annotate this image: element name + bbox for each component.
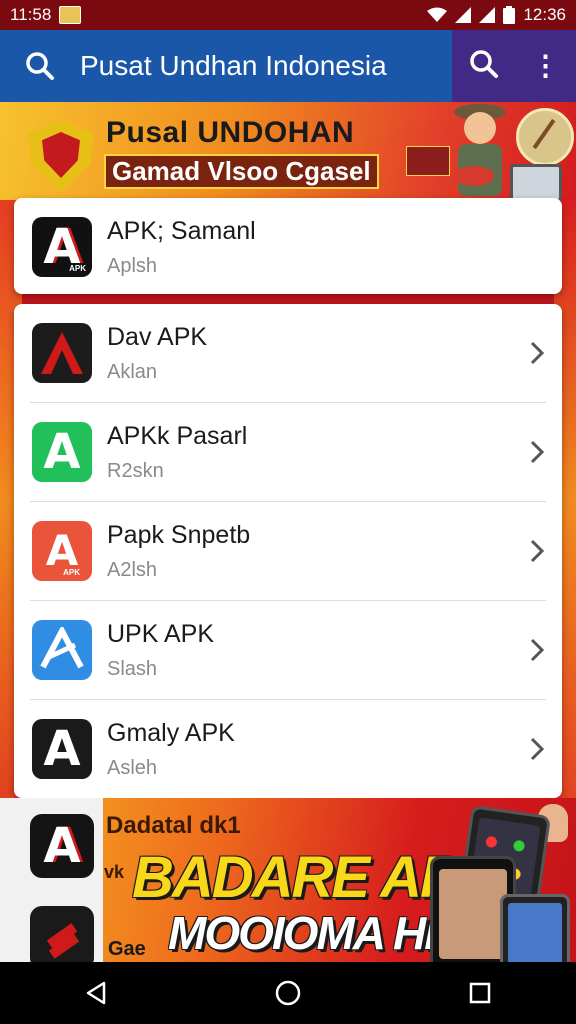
app-name: APKk Pasarl [107,421,248,450]
app-subtitle: A2lsh [107,558,158,581]
chevron-right-icon[interactable] [512,340,562,366]
status-time-right: 12:36 [523,5,566,24]
wifi-icon [427,7,448,22]
app-name: Papk Snpetb [107,520,251,549]
search-action-button[interactable] [469,49,499,84]
featured-app-card[interactable]: A APK APK; Samanl Aplsh [14,198,562,294]
app-subtitle: Aplsh [107,254,158,277]
home-icon [275,980,301,1006]
app-logo-icon[interactable]: A [30,814,94,878]
phone-illustration [500,894,570,962]
app-title: Pusat Undhan Indonesia [80,50,387,81]
app-name: Gmaly APK [107,718,235,747]
list-item[interactable]: A APK APK; Samanl Aplsh [14,198,562,296]
app-subtitle: Aklan [107,360,158,383]
search-icon [469,49,498,78]
back-button[interactable] [66,968,126,1018]
banner-title: Pusal UNDOHAN [106,116,355,149]
app-logo-icon [32,620,92,680]
list-item[interactable]: UPK APK Slash [14,601,562,699]
chevron-right-icon[interactable] [512,736,562,762]
status-time-left: 11:58 [10,5,52,24]
list-item[interactable]: Dav APK Aklan [14,304,562,402]
list-item[interactable]: A APK Papk Snpetb A2lsh [14,502,562,600]
home-button[interactable] [258,968,318,1018]
recents-button[interactable] [450,968,510,1018]
compass-icon [516,108,574,166]
banner-subtitle: Gamad Vlsoo Cgasel [104,154,379,189]
app-logo-icon: A [32,422,92,482]
app-logo-icon: A APK [32,521,92,581]
battery-icon [503,6,516,24]
gallery-notification-icon [59,6,82,24]
app-name: Dav APK [107,322,208,351]
promo-vk-label: vk [104,862,125,882]
shield-logo-icon [28,120,94,192]
chevron-right-icon[interactable] [512,637,562,663]
back-icon [86,981,106,1005]
app-logo-icon: A [32,719,92,779]
header-banner: Pusal UNDOHAN Gamad Vlsoo Cgasel [0,102,576,202]
chevron-right-icon[interactable] [512,439,562,465]
app-name: APK; Samanl [107,216,256,245]
list-item[interactable]: A APKk Pasarl R2skn [14,403,562,501]
app-subtitle: Slash [107,657,158,680]
status-bar: 11:58 12:36 [0,0,576,30]
navigation-bar [0,962,576,1024]
app-bar: Pusat Undhan Indonesia ⋮ [0,30,576,102]
list-item[interactable]: A Gmaly APK Asleh [14,700,562,798]
app-list: Dav APK Aklan A APKk Pasarl R2skn A APK … [14,304,562,798]
mascot-illustration [454,104,506,196]
promo-banner[interactable]: A Dadatal dk1 vk BADARE ARM MOOIOMA HE4!… [0,798,576,962]
more-options-icon[interactable]: ⋮ [532,52,560,80]
app-subtitle: Asleh [107,756,158,779]
app-logo-icon [32,323,92,383]
dynamite-app-icon[interactable] [30,906,94,962]
chevron-right-icon[interactable] [512,538,562,564]
signal-icon [455,7,472,23]
signal-icon [479,7,496,23]
app-subtitle: R2skn [107,459,164,482]
recents-icon [469,982,491,1004]
app-name: UPK APK [107,619,214,648]
tablet-icon [510,164,562,202]
promo-heading: Dadatal dk1 [106,812,241,839]
app-bar-actions: ⋮ [452,30,576,102]
promo-g-label: Gae [108,938,146,960]
search-icon [26,52,54,80]
search-button[interactable] [0,51,80,81]
app-logo-icon: A APK [32,217,92,277]
